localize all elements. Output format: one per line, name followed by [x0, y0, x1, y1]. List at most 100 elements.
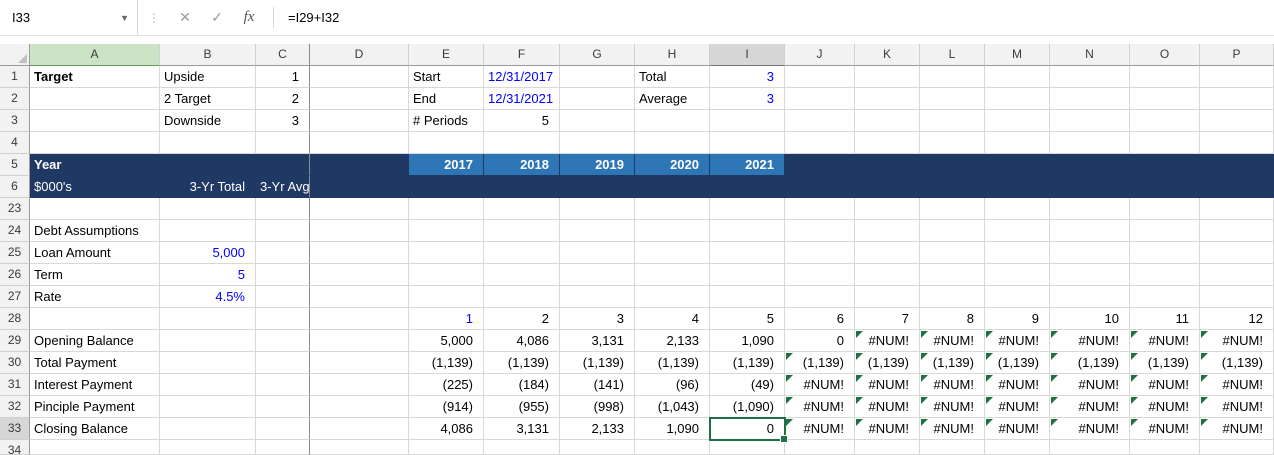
cell-G29[interactable]: 3,131: [560, 330, 635, 352]
row-header-2[interactable]: 2: [0, 88, 30, 110]
cell-D6[interactable]: [310, 176, 409, 198]
cell-G5[interactable]: 2019: [560, 154, 635, 176]
cell-M5[interactable]: [985, 154, 1050, 176]
cell-B4[interactable]: [160, 132, 256, 154]
cell-C2[interactable]: 2: [256, 88, 310, 110]
formula-input[interactable]: =I29+I32: [282, 0, 1274, 35]
cell-G32[interactable]: (998): [560, 396, 635, 418]
column-header-D[interactable]: D: [310, 44, 409, 66]
cell-D32[interactable]: [310, 396, 409, 418]
cell-P5[interactable]: [1200, 154, 1274, 176]
column-header-L[interactable]: L: [920, 44, 985, 66]
cell-M4[interactable]: [985, 132, 1050, 154]
cell-J33[interactable]: #NUM!: [785, 418, 855, 440]
cell-J23[interactable]: [785, 198, 855, 220]
cell-F33[interactable]: 3,131: [484, 418, 560, 440]
cell-F1[interactable]: 12/31/2017: [484, 66, 560, 88]
cell-F2[interactable]: 12/31/2021: [484, 88, 560, 110]
cell-E24[interactable]: [409, 220, 484, 242]
cell-H27[interactable]: [635, 286, 710, 308]
cell-E2[interactable]: End: [409, 88, 484, 110]
cell-N34[interactable]: [1050, 440, 1130, 455]
cell-H2[interactable]: Average: [635, 88, 710, 110]
cell-E34[interactable]: [409, 440, 484, 455]
cell-N33[interactable]: #NUM!: [1050, 418, 1130, 440]
cell-A28[interactable]: [30, 308, 160, 330]
column-header-K[interactable]: K: [855, 44, 920, 66]
cell-G30[interactable]: (1,139): [560, 352, 635, 374]
column-header-O[interactable]: O: [1130, 44, 1200, 66]
cell-F24[interactable]: [484, 220, 560, 242]
cell-F27[interactable]: [484, 286, 560, 308]
row-header-3[interactable]: 3: [0, 110, 30, 132]
cell-C29[interactable]: [256, 330, 310, 352]
cell-H33[interactable]: 1,090: [635, 418, 710, 440]
cell-I3[interactable]: [710, 110, 785, 132]
cell-H29[interactable]: 2,133: [635, 330, 710, 352]
cell-I31[interactable]: (49): [710, 374, 785, 396]
cell-D23[interactable]: [310, 198, 409, 220]
cell-A23[interactable]: [30, 198, 160, 220]
cell-P27[interactable]: [1200, 286, 1274, 308]
cell-M30[interactable]: (1,139): [985, 352, 1050, 374]
cell-M32[interactable]: #NUM!: [985, 396, 1050, 418]
cell-P23[interactable]: [1200, 198, 1274, 220]
cell-P3[interactable]: [1200, 110, 1274, 132]
cell-L25[interactable]: [920, 242, 985, 264]
cell-N27[interactable]: [1050, 286, 1130, 308]
cell-A1[interactable]: Target: [30, 66, 160, 88]
cell-E23[interactable]: [409, 198, 484, 220]
cell-O2[interactable]: [1130, 88, 1200, 110]
cell-F31[interactable]: (184): [484, 374, 560, 396]
cell-N31[interactable]: #NUM!: [1050, 374, 1130, 396]
cell-H6[interactable]: [635, 176, 710, 198]
cell-E6[interactable]: [409, 176, 484, 198]
cell-K5[interactable]: [855, 154, 920, 176]
cell-A5[interactable]: Year: [30, 154, 160, 176]
cell-J25[interactable]: [785, 242, 855, 264]
cell-P30[interactable]: (1,139): [1200, 352, 1274, 374]
cell-H24[interactable]: [635, 220, 710, 242]
row-header-6[interactable]: 6: [0, 176, 30, 198]
cell-A33[interactable]: Closing Balance: [30, 418, 160, 440]
cell-D29[interactable]: [310, 330, 409, 352]
cell-P34[interactable]: [1200, 440, 1274, 455]
cell-L27[interactable]: [920, 286, 985, 308]
column-header-C[interactable]: C: [256, 44, 310, 66]
cell-I4[interactable]: [710, 132, 785, 154]
cell-B32[interactable]: [160, 396, 256, 418]
cell-B1[interactable]: Upside: [160, 66, 256, 88]
cancel-icon[interactable]: ✕: [169, 0, 201, 35]
cell-M33[interactable]: #NUM!: [985, 418, 1050, 440]
cell-K2[interactable]: [855, 88, 920, 110]
column-header-I[interactable]: I: [710, 44, 785, 66]
cell-E31[interactable]: (225): [409, 374, 484, 396]
row-header-27[interactable]: 27: [0, 286, 30, 308]
cell-E26[interactable]: [409, 264, 484, 286]
cell-A29[interactable]: Opening Balance: [30, 330, 160, 352]
cell-P29[interactable]: #NUM!: [1200, 330, 1274, 352]
cell-F34[interactable]: [484, 440, 560, 455]
cell-N4[interactable]: [1050, 132, 1130, 154]
cell-D1[interactable]: [310, 66, 409, 88]
cell-H5[interactable]: 2020: [635, 154, 710, 176]
cell-M34[interactable]: [985, 440, 1050, 455]
row-header-33[interactable]: 33: [0, 418, 30, 440]
row-header-25[interactable]: 25: [0, 242, 30, 264]
cell-K25[interactable]: [855, 242, 920, 264]
row-header-1[interactable]: 1: [0, 66, 30, 88]
cell-C32[interactable]: [256, 396, 310, 418]
cell-B6[interactable]: 3-Yr Total: [160, 176, 256, 198]
cell-G24[interactable]: [560, 220, 635, 242]
cell-M27[interactable]: [985, 286, 1050, 308]
cell-G26[interactable]: [560, 264, 635, 286]
cell-E28[interactable]: 1: [409, 308, 484, 330]
cell-M3[interactable]: [985, 110, 1050, 132]
cell-M24[interactable]: [985, 220, 1050, 242]
cell-A32[interactable]: Pinciple Payment: [30, 396, 160, 418]
cell-J6[interactable]: [785, 176, 855, 198]
cell-N2[interactable]: [1050, 88, 1130, 110]
cell-C3[interactable]: 3: [256, 110, 310, 132]
cell-B33[interactable]: [160, 418, 256, 440]
cell-H25[interactable]: [635, 242, 710, 264]
